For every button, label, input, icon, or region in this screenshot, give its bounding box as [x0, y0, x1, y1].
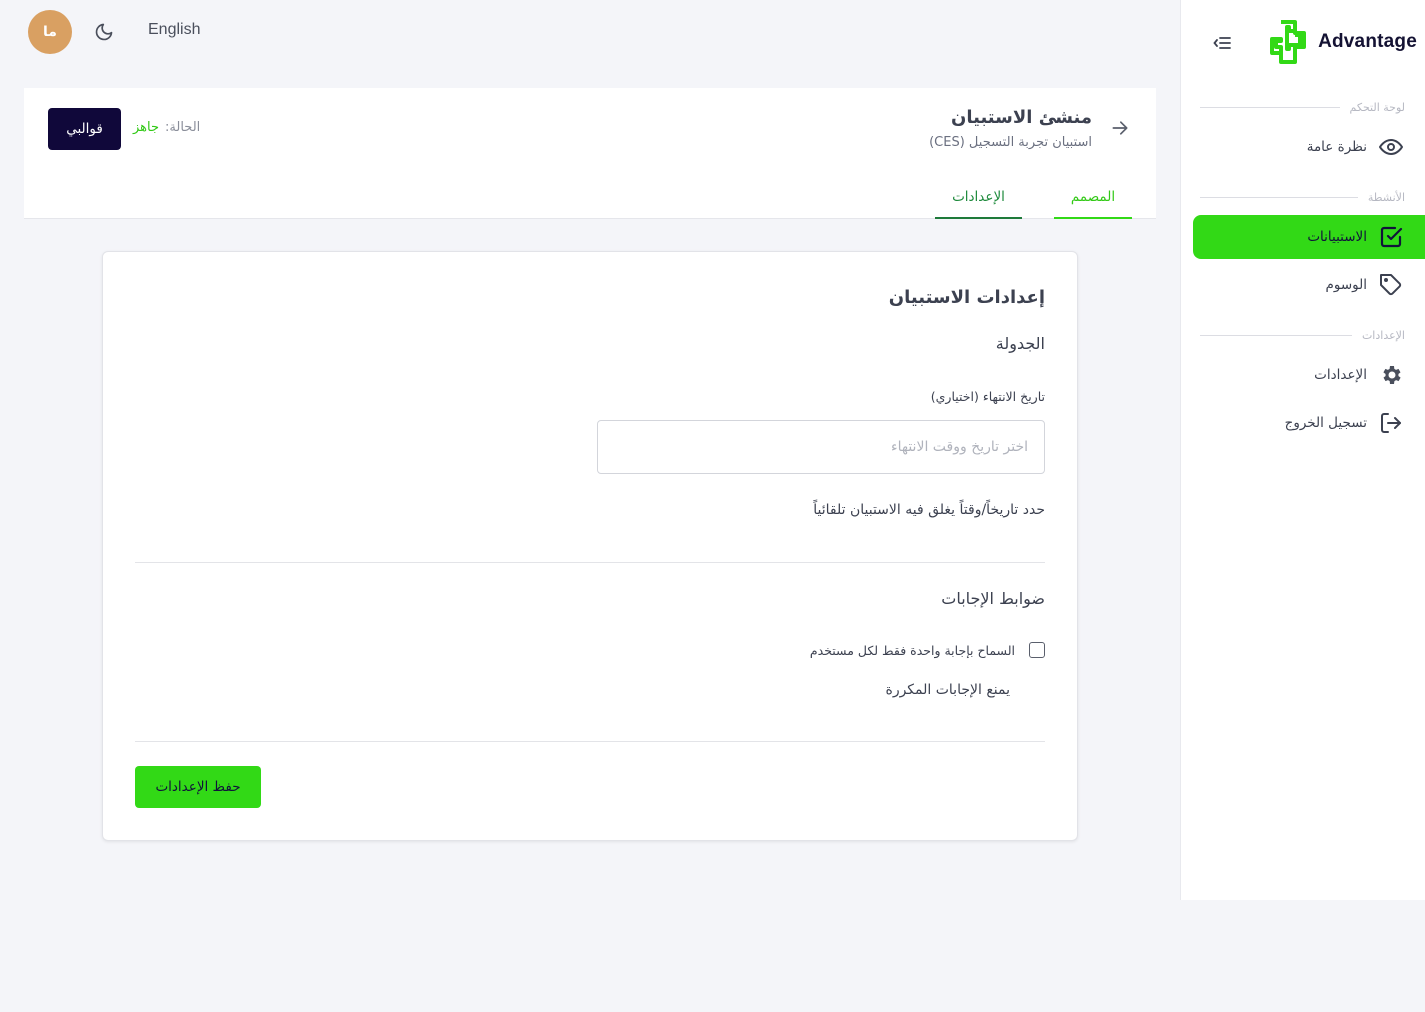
single-response-option: السماح بإجابة واحدة فقط لكل مستخدم [810, 642, 1045, 658]
sidebar-item-tags[interactable]: الوسوم [1193, 263, 1425, 307]
section-dashboard: لوحة التحكم [1190, 101, 1405, 114]
end-date-help: حدد تاريخاً/وقتاً يغلق فيه الاستبيان تلق… [813, 502, 1045, 518]
sidebar-item-label: تسجيل الخروج [1284, 415, 1367, 431]
schedule-heading: الجدولة [995, 334, 1045, 353]
page-title: منشئ الاستبيان [950, 107, 1092, 128]
status-label: الحالة: [165, 120, 201, 135]
save-settings-button[interactable]: حفظ الإعدادات [135, 766, 261, 808]
section-divider [135, 562, 1045, 563]
language-switch[interactable]: English [148, 21, 200, 39]
section-dashboard-label: لوحة التحكم [1349, 101, 1405, 114]
sidebar-item-label: الاستبيانات [1307, 229, 1367, 245]
sidebar: Advantage لوحة التحكم نظرة عامة الأنشطة … [1180, 0, 1425, 900]
sidebar-collapse-button[interactable] [1211, 32, 1233, 54]
checkbox-icon [1379, 225, 1403, 249]
page-header: منشئ الاستبيان استبيان تجربة التسجيل (CE… [24, 88, 1156, 219]
my-templates-button[interactable]: قوالبي [48, 108, 121, 150]
single-response-checkbox[interactable] [1029, 642, 1045, 658]
arrow-right-icon [1112, 121, 1128, 135]
sidebar-item-overview[interactable]: نظرة عامة [1193, 125, 1425, 169]
section-divider [135, 741, 1045, 742]
sidebar-item-label: الوسوم [1325, 277, 1367, 293]
eye-icon [1379, 135, 1403, 159]
tag-icon [1379, 273, 1403, 297]
theme-toggle[interactable] [92, 20, 116, 44]
sidebar-item-surveys[interactable]: الاستبيانات [1193, 215, 1425, 259]
single-response-label: السماح بإجابة واحدة فقط لكل مستخدم [809, 642, 1015, 658]
user-avatar[interactable]: ما [28, 10, 72, 54]
section-activities-label: الأنشطة [1367, 191, 1405, 204]
brand-name: Advantage [1318, 31, 1417, 52]
response-controls-heading: ضوابط الإجابات [941, 589, 1045, 608]
survey-settings-card: إعدادات الاستبيان الجدولة تاريخ الانتهاء… [102, 251, 1078, 841]
sidebar-item-label: نظرة عامة [1306, 139, 1367, 155]
section-settings-label: الإعدادات [1361, 329, 1405, 342]
logout-icon [1379, 411, 1403, 435]
tab-designer[interactable]: المصمم [1054, 176, 1132, 219]
gear-icon [1379, 363, 1403, 387]
sidebar-item-label: الإعدادات [1314, 367, 1367, 383]
collapse-menu-icon [1213, 37, 1231, 49]
end-date-input[interactable] [597, 420, 1045, 474]
brand-logo[interactable]: Advantage [1264, 18, 1417, 66]
tab-settings[interactable]: الإعدادات [935, 176, 1022, 219]
status-value: جاهز [133, 120, 160, 135]
moon-icon [95, 23, 113, 41]
sidebar-item-settings[interactable]: الإعدادات [1193, 353, 1425, 397]
sidebar-item-logout[interactable]: تسجيل الخروج [1193, 401, 1425, 445]
status-indicator: الحالة: جاهز [133, 120, 200, 135]
card-title: إعدادات الاستبيان [888, 287, 1045, 308]
section-activities: الأنشطة [1190, 191, 1405, 204]
back-button[interactable] [1108, 116, 1132, 140]
page-subtitle: استبيان تجربة التسجيل (CES) [929, 135, 1092, 150]
section-settings: الإعدادات [1190, 329, 1405, 342]
end-date-label: تاريخ الانتهاء (اختياري) [930, 389, 1045, 404]
advantage-logo-icon [1270, 20, 1307, 64]
single-response-help: يمنع الإجابات المكررة [885, 682, 1010, 698]
